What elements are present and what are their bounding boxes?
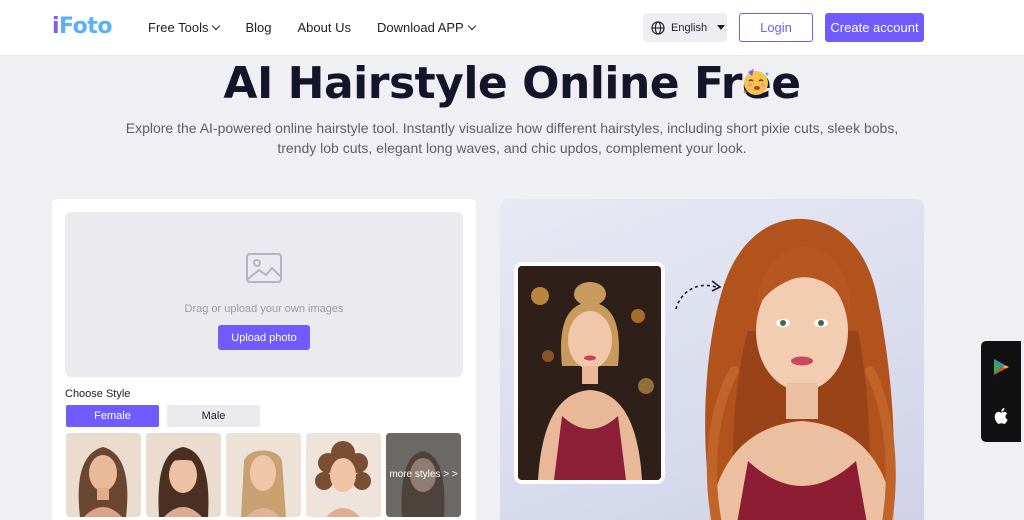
apple-icon[interactable] bbox=[991, 406, 1011, 426]
nav-about-us[interactable]: About Us bbox=[298, 20, 351, 35]
language-label: English bbox=[671, 21, 708, 34]
language-selector[interactable]: English bbox=[643, 13, 727, 42]
ifoto-logo[interactable]: iFoto bbox=[52, 14, 112, 39]
chevron-down-icon bbox=[467, 21, 476, 31]
original-photo bbox=[514, 262, 665, 484]
image-placeholder-icon bbox=[246, 253, 282, 283]
login-button[interactable]: Login bbox=[739, 13, 813, 42]
create-account-button[interactable]: Create account bbox=[825, 13, 924, 42]
more-styles-button[interactable]: more styles > > bbox=[386, 433, 461, 517]
google-play-icon[interactable] bbox=[991, 357, 1011, 377]
globe-icon bbox=[651, 20, 665, 35]
style-thumb-short-curly[interactable] bbox=[306, 433, 381, 517]
page-subtitle: Explore the AI-powered online hairstyle … bbox=[125, 120, 899, 156]
nav-free-tools[interactable]: Free Tools bbox=[148, 20, 221, 35]
upload-dropzone[interactable]: Drag or upload your own images Upload ph… bbox=[65, 212, 463, 377]
tab-male[interactable]: Male bbox=[167, 405, 260, 427]
more-styles-label: more styles > > bbox=[389, 469, 458, 480]
hairstyle-preview bbox=[500, 199, 924, 520]
upload-hint: Drag or upload your own images bbox=[184, 303, 344, 315]
nav-blog[interactable]: Blog bbox=[245, 20, 271, 35]
main-nav: Free Tools Blog About Us Download APP bbox=[148, 20, 476, 35]
chevron-down-icon bbox=[212, 21, 221, 31]
nav-about-us-label: About Us bbox=[297, 20, 351, 35]
style-thumb-sleek-straight[interactable] bbox=[226, 433, 301, 517]
choose-style-label: Choose Style bbox=[65, 388, 131, 400]
upload-photo-button[interactable]: Upload photo bbox=[218, 325, 310, 350]
app-store-widget bbox=[981, 341, 1021, 442]
style-thumbnails: more styles > > bbox=[66, 433, 461, 517]
result-photo bbox=[705, 218, 896, 520]
caret-down-icon bbox=[717, 25, 726, 30]
page-title: AI Hairstyle Online Free bbox=[223, 58, 801, 109]
party-face-icon bbox=[743, 69, 769, 95]
nav-blog-label: Blog bbox=[245, 20, 272, 35]
tab-female[interactable]: Female bbox=[66, 405, 159, 427]
nav-download-app[interactable]: Download APP bbox=[376, 20, 476, 35]
nav-download-app-label: Download APP bbox=[376, 20, 464, 35]
style-thumb-long-wavy[interactable] bbox=[66, 433, 141, 517]
style-thumb-bangs[interactable] bbox=[146, 433, 221, 517]
nav-free-tools-label: Free Tools bbox=[148, 20, 209, 35]
site-header: iFoto Free Tools Blog About Us Download … bbox=[0, 0, 1024, 56]
upload-card: Drag or upload your own images Upload ph… bbox=[52, 199, 476, 520]
